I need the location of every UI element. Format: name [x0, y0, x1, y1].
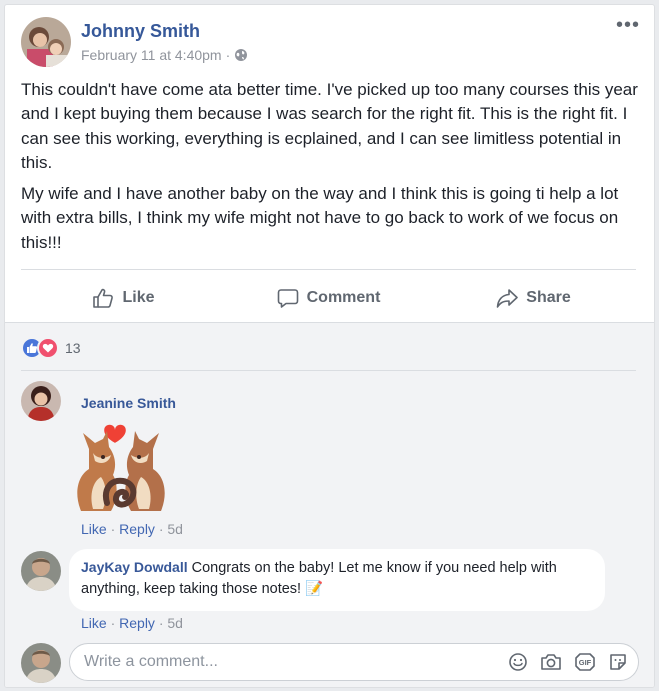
meta-dot: ·: [110, 615, 116, 631]
comments-section: 13 Jeanine Smith Like · Reply · 5d JayKa…: [5, 322, 654, 687]
comment-meta: Like · Reply · 5d: [81, 521, 183, 537]
comment-meta: Like · Reply · 5d: [81, 615, 183, 631]
timestamp-separator: ·: [225, 47, 231, 63]
like-icon: [93, 288, 114, 308]
svg-text:GIF: GIF: [579, 658, 592, 667]
post-paragraph: This couldn't have come ata better time.…: [21, 80, 638, 172]
comment-reply-link[interactable]: Reply: [119, 615, 155, 631]
comment-composer: GIF: [69, 643, 639, 681]
love-reaction-icon: [37, 337, 59, 359]
more-options-icon[interactable]: •••: [616, 15, 640, 35]
composer-icons: GIF: [508, 652, 628, 672]
meta-dot: ·: [158, 615, 164, 631]
camera-icon[interactable]: [540, 652, 562, 672]
commenter-name[interactable]: JayKay Dowdall: [81, 559, 188, 575]
post-author-name[interactable]: Johnny Smith: [81, 21, 200, 42]
emoji-icon[interactable]: [508, 652, 528, 672]
reactions-count: 13: [65, 340, 81, 356]
post-timestamp[interactable]: February 11 at 4:40pm: [81, 47, 222, 63]
gif-icon[interactable]: GIF: [574, 652, 596, 672]
commenter-avatar[interactable]: [21, 551, 61, 591]
comment-icon: [277, 289, 298, 308]
share-button[interactable]: Share: [431, 275, 636, 321]
post-body: This couldn't have come ata better time.…: [21, 78, 641, 262]
fox-couple-kissing-heart-sticker[interactable]: [67, 419, 175, 515]
commenter-name[interactable]: Jeanine Smith: [81, 395, 176, 411]
comment-bubble: JayKay Dowdall Congrats on the baby! Let…: [69, 549, 605, 611]
comment-label: Comment: [306, 289, 381, 306]
author-avatar[interactable]: [21, 17, 71, 67]
commenter-avatar[interactable]: [21, 381, 61, 421]
like-label: Like: [122, 289, 155, 306]
comment-button[interactable]: Comment: [226, 275, 431, 321]
comment-input[interactable]: [70, 644, 498, 680]
post-actions-bar: Like Comment Share: [21, 275, 636, 321]
reactions-divider: [21, 370, 636, 371]
like-button[interactable]: Like: [21, 275, 226, 321]
comment-like-link[interactable]: Like: [81, 615, 107, 631]
meta-dot: ·: [110, 521, 116, 537]
post-timestamp-row: February 11 at 4:40pm ·: [81, 47, 248, 63]
reactions-summary[interactable]: 13: [21, 337, 81, 359]
comment-like-link[interactable]: Like: [81, 521, 107, 537]
actions-divider: [21, 269, 636, 270]
comment-reply-link[interactable]: Reply: [119, 521, 155, 537]
current-user-avatar[interactable]: [21, 643, 61, 683]
share-icon: [496, 289, 519, 308]
comment-author: Jeanine Smith: [81, 395, 176, 413]
post-card: Johnny Smith February 11 at 4:40pm · •••…: [4, 4, 655, 688]
globe-icon[interactable]: [234, 48, 248, 62]
comment-time[interactable]: 5d: [167, 615, 183, 631]
sticker-icon[interactable]: [608, 652, 628, 672]
memo-emoji: 📝: [305, 581, 324, 597]
comment-time[interactable]: 5d: [167, 521, 183, 537]
post-paragraph: My wife and I have another baby on the w…: [21, 184, 619, 252]
meta-dot: ·: [158, 521, 164, 537]
share-label: Share: [526, 289, 571, 306]
